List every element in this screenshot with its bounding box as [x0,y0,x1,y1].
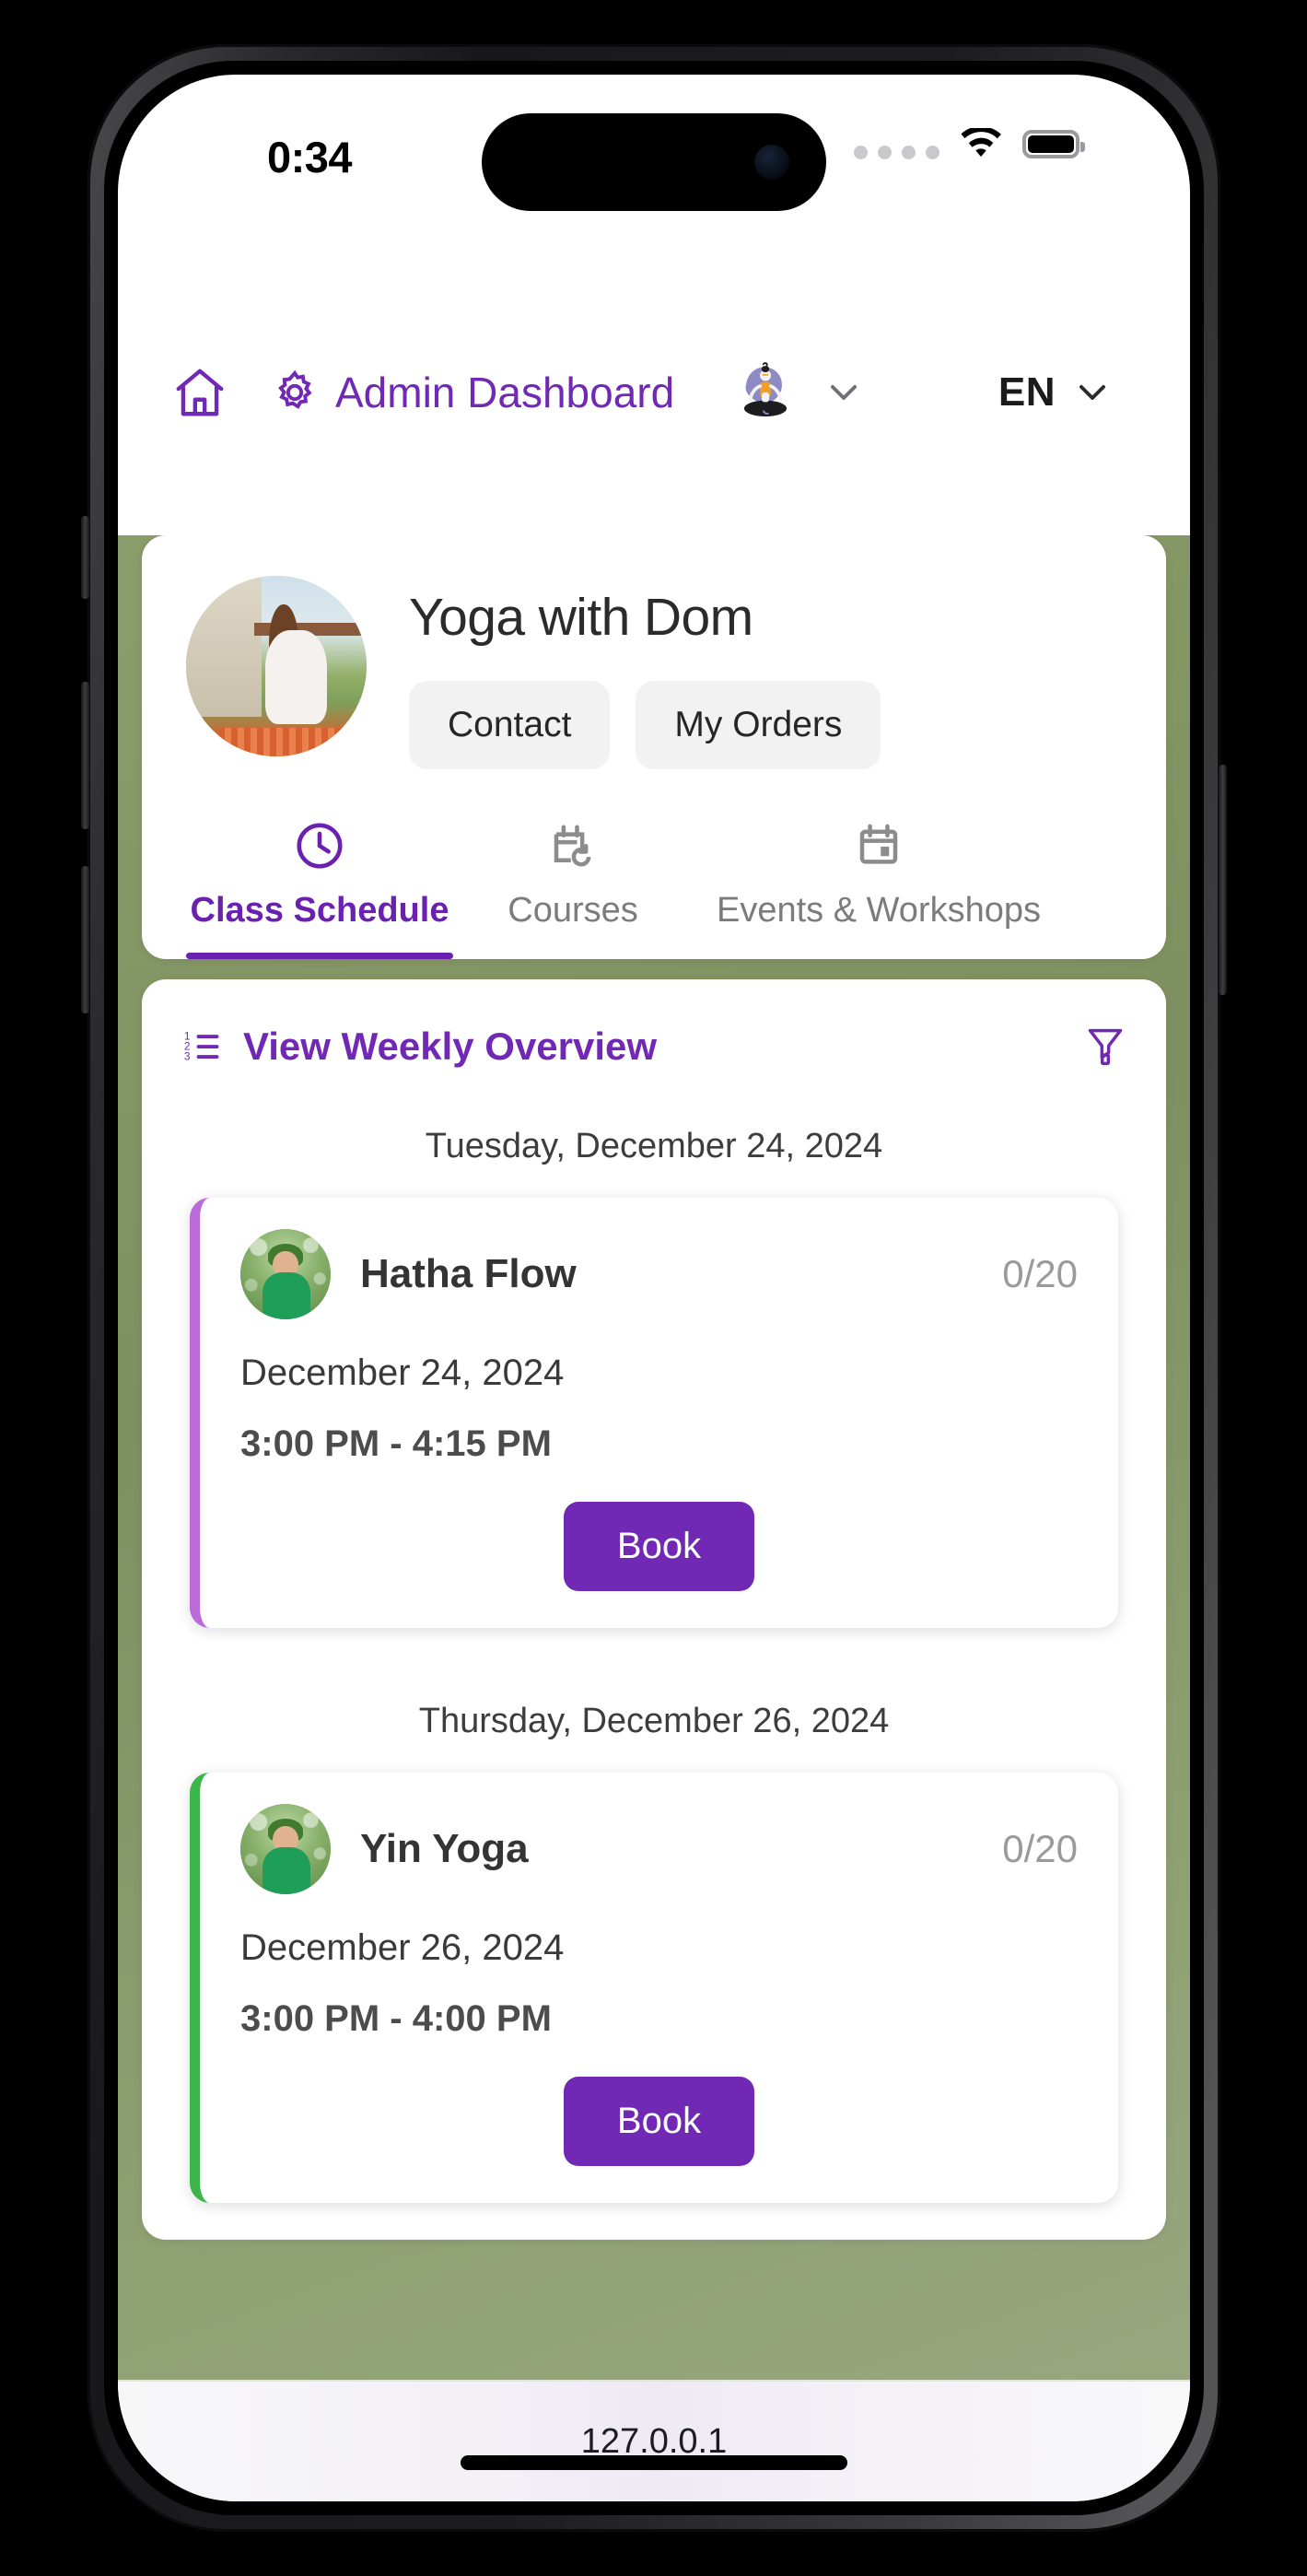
status-bar-time: 0:34 [267,133,353,181]
wifi-icon [961,128,1001,158]
filter-funnel-icon[interactable] [1085,1024,1126,1070]
app-header: Admin Dashboard EN [118,250,1190,535]
tab-label: Class Schedule [190,891,449,930]
class-title: Yin Yoga [360,1826,529,1871]
tab-label: Events & Workshops [716,891,1041,930]
home-button[interactable] [171,364,271,421]
class-card[interactable]: Hatha Flow 0/20 December 24, 2024 3:00 P… [190,1198,1118,1628]
numbered-list-icon: 123 [184,1030,219,1063]
tab-bar: Class Schedule Courses Events & Workshop… [186,817,1122,959]
class-capacity: 0/20 [1002,1827,1078,1870]
day-heading: Tuesday, December 24, 2024 [425,1127,883,1165]
class-time: 3:00 PM - 4:15 PM [240,1423,552,1464]
class-instructor-avatar [240,1229,331,1319]
book-button[interactable]: Book [563,2077,755,2166]
studio-profile-card: Yoga with Dom Contact My Orders Class Sc… [142,535,1166,959]
weekly-overview-label: View Weekly Overview [243,1025,658,1068]
front-camera-icon [754,145,789,180]
class-time: 3:00 PM - 4:00 PM [240,1998,552,2039]
volume-down-button[interactable] [81,866,89,1013]
status-bar-indicators [854,128,1085,159]
tab-underline [462,953,683,959]
page-title: Admin Dashboard [335,369,675,416]
home-icon [176,369,224,416]
class-schedule-card: 123 View Weekly Overview Tuesday, Decemb… [142,979,1166,2240]
battery-full-icon [1022,129,1085,158]
signal-dots-icon [854,128,939,159]
book-button[interactable]: Book [563,1502,755,1591]
home-indicator[interactable] [461,2455,847,2470]
browser-url-bar[interactable]: 127.0.0.1 [118,2380,1190,2501]
phone-screen: 0:34 Admin Dashboard EN Yoga with Dom Co… [118,75,1190,2501]
svg-text:3: 3 [184,1050,191,1063]
class-date: December 26, 2024 [240,1927,565,1968]
status-bar: 0:34 [118,75,1190,250]
power-button[interactable] [1219,765,1227,995]
day-heading: Thursday, December 26, 2024 [418,1702,890,1740]
contact-button[interactable]: Contact [409,681,611,769]
view-weekly-overview-button[interactable]: 123 View Weekly Overview [182,1025,657,1069]
calendar-refresh-icon [462,817,683,874]
my-orders-button[interactable]: My Orders [636,681,881,769]
class-capacity: 0/20 [1002,1252,1078,1295]
settings-button[interactable]: Admin Dashboard [271,368,674,417]
weekly-overview-row: 123 View Weekly Overview [182,1024,1126,1070]
class-date: December 24, 2024 [240,1352,565,1393]
chevron-down-icon[interactable] [827,381,860,404]
chevron-down-icon [1079,385,1105,400]
page-content: Yoga with Dom Contact My Orders Class Sc… [118,535,1190,2380]
class-title: Hatha Flow [360,1251,577,1296]
tab-class-schedule[interactable]: Class Schedule [186,817,453,959]
volume-up-button[interactable] [81,682,89,829]
class-instructor-avatar [240,1804,331,1894]
user-menu-button[interactable] [731,358,799,427]
tab-underline [694,953,1063,959]
clock-icon [186,817,453,874]
tab-active-underline [186,953,453,959]
gear-icon [278,369,312,409]
language-selector[interactable]: EN [998,369,1137,416]
calendar-icon [694,817,1063,874]
tab-courses[interactable]: Courses [462,817,683,959]
tab-label: Courses [508,891,638,930]
studio-name: Yoga with Dom [409,588,753,647]
studio-profile-photo [186,576,367,756]
yoga-meditation-avatar-icon [744,362,788,417]
dynamic-island [482,113,826,211]
silent-switch-button[interactable] [81,516,89,599]
class-card[interactable]: Yin Yoga 0/20 December 26, 2024 3:00 PM … [190,1773,1118,2203]
tab-events-workshops[interactable]: Events & Workshops [694,817,1063,959]
language-label: EN [998,369,1056,415]
